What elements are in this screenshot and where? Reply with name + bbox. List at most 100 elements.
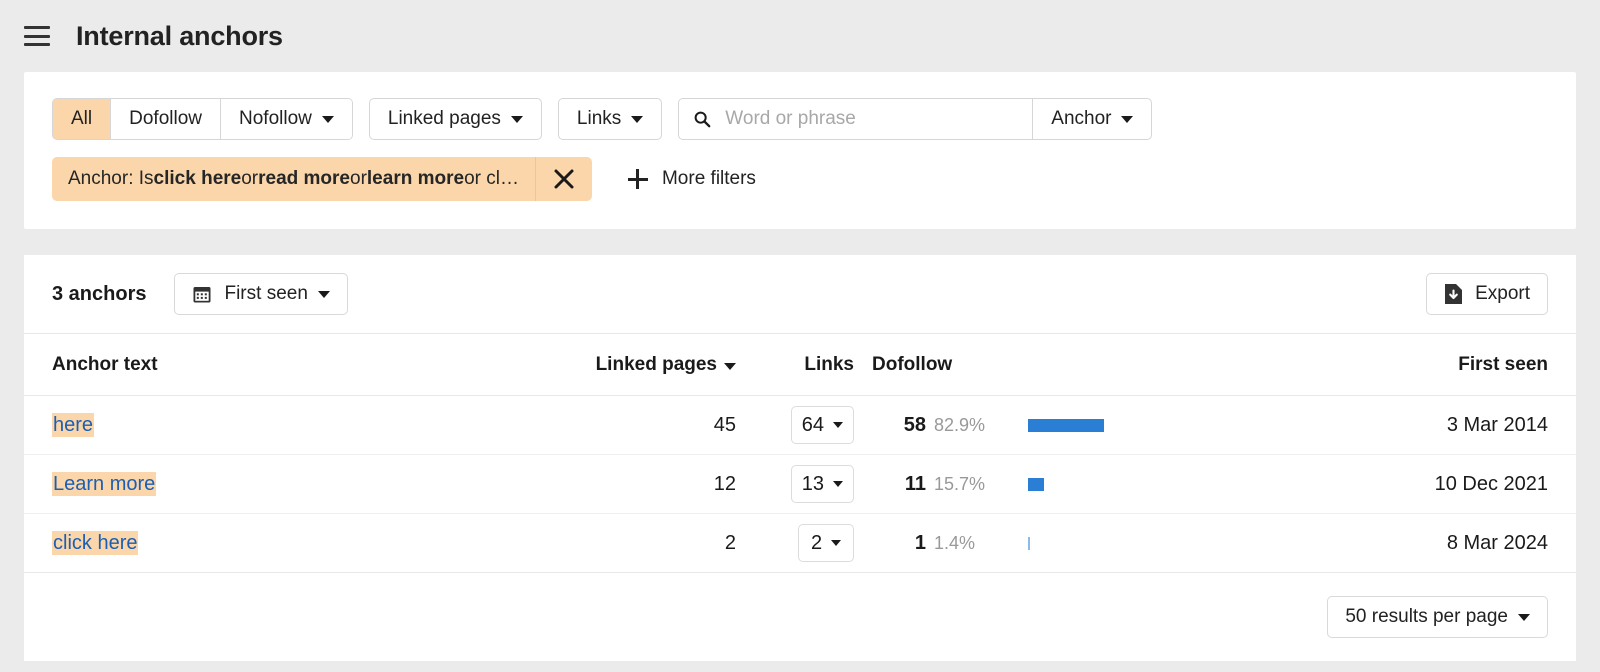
cell-linked-pages: 2 [584, 514, 754, 573]
filter-tab-dofollow-label: Dofollow [129, 108, 202, 130]
more-filters-label: More filters [662, 168, 756, 190]
chip-sep-0: or [241, 168, 258, 190]
search-scope-dropdown[interactable]: Anchor [1033, 99, 1151, 139]
first-seen-date-button[interactable]: First seen [174, 273, 347, 315]
chip-prefix: Anchor: Is [68, 168, 154, 190]
filter-tab-dofollow[interactable]: Dofollow [111, 99, 221, 139]
cell-dofollow-percent: 82.9% [926, 396, 1010, 455]
dofollow-count: 1 [915, 532, 926, 554]
chevron-down-icon [831, 540, 841, 546]
filter-tab-nofollow[interactable]: Nofollow [221, 99, 352, 139]
table-head: Anchor text Linked pages Links Dofollow … [24, 334, 1576, 396]
cell-first-seen: 10 Dec 2021 [1340, 455, 1576, 514]
table-toolbar-left: 3 anchors First seen [52, 273, 348, 315]
active-filter-chip[interactable]: Anchor: Is click here or read more or le… [52, 157, 592, 201]
anchor-text-link[interactable]: click here [52, 531, 138, 555]
results-panel: 3 anchors First seen [24, 255, 1576, 661]
table-row: click here 2 2 1 1.4% [24, 514, 1576, 573]
column-header-anchor-text: Anchor text [24, 334, 584, 396]
chip-term-2: learn more [367, 168, 464, 190]
links-dropdown-value: 2 [811, 532, 822, 555]
export-button[interactable]: Export [1426, 273, 1548, 315]
links-filter-label: Links [577, 108, 621, 130]
chip-term-1: read more [258, 168, 350, 190]
column-header-linked-pages-label: Linked pages [596, 354, 717, 375]
table-header-row: Anchor text Linked pages Links Dofollow … [24, 334, 1576, 396]
dofollow-bar [1028, 419, 1104, 432]
dofollow-bar [1028, 537, 1030, 550]
cell-links: 2 [754, 514, 854, 573]
cell-anchor-text: here [24, 396, 584, 455]
filter-tab-all[interactable]: All [53, 99, 111, 139]
search-icon [693, 110, 711, 128]
chip-truncated: or cl… [464, 168, 519, 190]
active-filter-chip-text: Anchor: Is click here or read more or le… [52, 157, 536, 201]
cell-anchor-text: Learn more [24, 455, 584, 514]
column-header-linked-pages[interactable]: Linked pages [584, 334, 754, 396]
table-row: Learn more 12 13 11 15.7% [24, 455, 1576, 514]
search-group: Anchor [678, 98, 1152, 140]
linked-pages-filter-label: Linked pages [388, 108, 501, 130]
anchors-count: 3 anchors [52, 283, 146, 306]
links-filter-button[interactable]: Links [558, 98, 662, 140]
panel-spacer [0, 229, 1600, 255]
table-body: here 45 64 58 82.9% [24, 396, 1576, 573]
more-filters-button[interactable]: More filters [628, 168, 756, 190]
links-dropdown[interactable]: 64 [791, 406, 854, 444]
results-per-page-dropdown[interactable]: 50 results per page [1327, 596, 1548, 638]
sort-descending-icon [724, 363, 736, 370]
links-dropdown[interactable]: 13 [791, 465, 854, 503]
export-icon [1444, 283, 1463, 305]
chevron-down-icon [833, 422, 843, 428]
cell-links: 64 [754, 396, 854, 455]
calendar-icon [192, 284, 212, 304]
chevron-down-icon [1121, 116, 1133, 123]
table-footer: 50 results per page [24, 573, 1576, 661]
filter-row-primary: All Dofollow Nofollow Linked pages Links [24, 98, 1576, 140]
cell-dofollow-bar [1010, 396, 1340, 455]
cell-links: 13 [754, 455, 854, 514]
filter-tab-nofollow-label: Nofollow [239, 108, 312, 130]
cell-first-seen: 8 Mar 2024 [1340, 514, 1576, 573]
chip-sep-1: or [350, 168, 367, 190]
cell-dofollow-count: 58 [854, 396, 926, 455]
cell-dofollow-count: 1 [854, 514, 926, 573]
links-dropdown[interactable]: 2 [798, 524, 854, 562]
results-per-page-label: 50 results per page [1345, 606, 1508, 628]
column-header-bar-spacer [1010, 334, 1340, 396]
dofollow-percent: 15.7% [934, 474, 985, 494]
filter-tab-all-label: All [71, 108, 92, 130]
search-input[interactable] [723, 107, 1018, 131]
hamburger-icon[interactable] [24, 26, 50, 46]
first-seen-date-label: First seen [224, 283, 307, 305]
anchor-text-link[interactable]: Learn more [52, 472, 156, 496]
table-toolbar: 3 anchors First seen [24, 255, 1576, 334]
top-bar: Internal anchors [0, 0, 1600, 72]
cell-dofollow-percent: 1.4% [926, 514, 1010, 573]
app-page: Internal anchors All Dofollow Nofollow L… [0, 0, 1600, 672]
links-dropdown-value: 13 [802, 473, 824, 496]
cell-dofollow-bar [1010, 455, 1340, 514]
anchor-text-link[interactable]: here [52, 413, 94, 437]
follow-type-segmented-control: All Dofollow Nofollow [52, 98, 353, 140]
anchors-table: Anchor text Linked pages Links Dofollow … [24, 334, 1576, 573]
table-row: here 45 64 58 82.9% [24, 396, 1576, 455]
close-icon-glyph [551, 166, 577, 192]
filter-row-chips: Anchor: Is click here or read more or le… [24, 157, 1576, 201]
plus-icon [628, 169, 648, 189]
cell-dofollow-count: 11 [854, 455, 926, 514]
column-header-dofollow: Dofollow [854, 334, 926, 396]
export-label: Export [1475, 283, 1530, 305]
chevron-down-icon [833, 481, 843, 487]
links-dropdown-value: 64 [802, 414, 824, 437]
cell-linked-pages: 12 [584, 455, 754, 514]
cell-first-seen: 3 Mar 2014 [1340, 396, 1576, 455]
cell-linked-pages: 45 [584, 396, 754, 455]
chip-term-0: click here [154, 168, 242, 190]
linked-pages-filter-button[interactable]: Linked pages [369, 98, 542, 140]
close-icon[interactable] [536, 157, 592, 201]
dofollow-percent: 82.9% [934, 415, 985, 435]
search-box[interactable] [679, 99, 1033, 139]
dofollow-bar [1028, 478, 1044, 491]
chevron-down-icon [322, 116, 334, 123]
